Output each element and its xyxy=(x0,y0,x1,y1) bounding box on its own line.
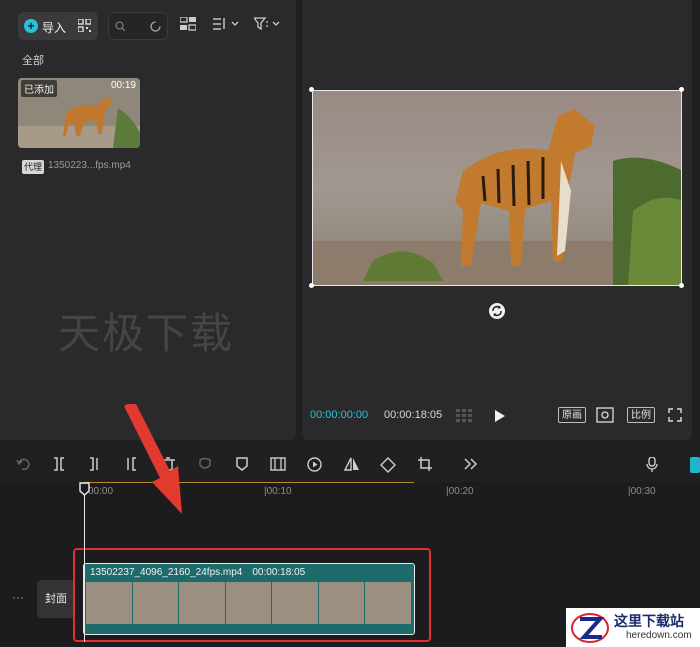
cover-button[interactable]: 封面 xyxy=(37,580,75,618)
import-button[interactable]: + 导入 xyxy=(18,12,98,40)
annotation-arrow-icon xyxy=(124,404,182,514)
tiger-preview-image xyxy=(313,91,681,285)
playhead-handle[interactable] xyxy=(79,482,90,496)
speed-icon[interactable] xyxy=(307,457,322,472)
tick-label: |00:30 xyxy=(628,486,656,497)
microphone-icon[interactable] xyxy=(646,457,658,472)
freeze-icon xyxy=(199,457,211,469)
added-badge: 已添加 xyxy=(21,80,57,97)
rotate-icon[interactable] xyxy=(488,302,506,320)
plus-icon: + xyxy=(24,19,38,33)
playhead-line xyxy=(84,492,85,642)
rotate-clip-icon[interactable] xyxy=(380,457,396,473)
reverse-icon[interactable] xyxy=(270,457,286,471)
media-file-name: 1350223...fps.mp4 xyxy=(48,160,131,171)
undo-icon[interactable] xyxy=(16,457,30,471)
fit-screen-icon[interactable] xyxy=(596,407,614,423)
original-quality-button[interactable]: 原画 xyxy=(558,407,586,423)
track-more-dots[interactable]: ··· xyxy=(12,590,24,604)
category-all-label[interactable]: 全部 xyxy=(22,52,44,68)
site-logo: 这里下载站 heredown.com xyxy=(566,608,700,647)
site-logo-icon xyxy=(571,613,609,643)
annotation-highlight-box xyxy=(73,548,431,642)
sort-icon[interactable] xyxy=(213,17,239,31)
thumbnail-duration: 00:19 xyxy=(110,80,136,91)
more-tools-icon[interactable] xyxy=(463,457,479,471)
current-time: 00:00:00:00 xyxy=(310,409,369,421)
import-label: 导入 xyxy=(42,21,67,35)
trim-left-icon[interactable] xyxy=(88,457,102,471)
resize-handle[interactable] xyxy=(679,283,684,288)
fullscreen-icon[interactable] xyxy=(668,408,682,422)
total-time: 00:00:18:05 xyxy=(384,409,443,421)
tick-label: |00:10 xyxy=(264,486,292,497)
resize-handle[interactable] xyxy=(679,87,684,92)
grid-icon[interactable] xyxy=(456,409,476,423)
site-name-cn: 这里下载站 xyxy=(614,614,684,630)
crop-icon[interactable] xyxy=(418,457,432,471)
qr-code-icon[interactable] xyxy=(78,19,91,32)
site-url: heredown.com xyxy=(626,630,692,641)
play-icon[interactable] xyxy=(494,409,506,423)
media-panel xyxy=(0,0,296,440)
search-icon xyxy=(115,21,126,32)
aspect-ratio-button[interactable]: 比例 xyxy=(627,407,655,423)
proxy-tag: 代理 xyxy=(22,160,45,174)
mirror-icon[interactable] xyxy=(344,457,360,471)
resize-handle[interactable] xyxy=(309,283,314,288)
view-layout-icon[interactable] xyxy=(180,17,196,31)
tick-label: |00:20 xyxy=(446,486,474,497)
media-thumbnail[interactable]: 已添加 00:19 xyxy=(18,78,140,148)
search-input[interactable] xyxy=(108,12,168,40)
resize-handle[interactable] xyxy=(309,87,314,92)
marker-icon[interactable] xyxy=(235,457,249,471)
main-track-toggle[interactable] xyxy=(690,457,700,473)
tick-label: 00:00 xyxy=(88,486,114,497)
preview-canvas[interactable] xyxy=(312,90,682,286)
loading-icon xyxy=(150,21,161,32)
split-icon[interactable] xyxy=(52,457,66,471)
filter-icon[interactable] xyxy=(254,17,280,31)
watermark-text: 天极下载 xyxy=(58,309,235,358)
